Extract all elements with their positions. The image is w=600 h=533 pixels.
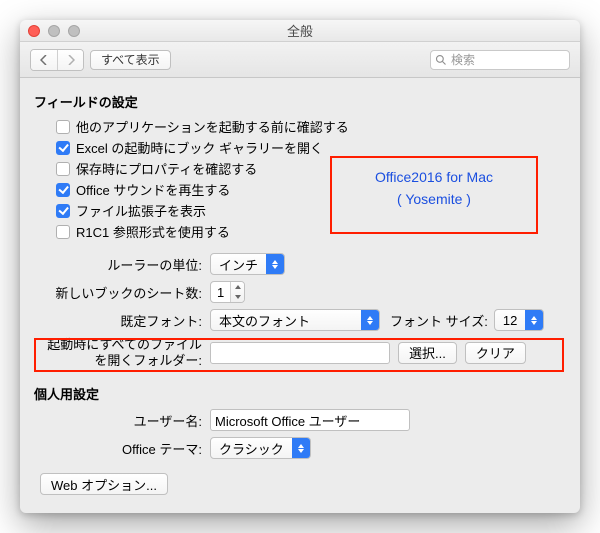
toolbar: すべて表示 検索 xyxy=(20,42,580,78)
search-icon xyxy=(435,54,447,66)
traffic-lights xyxy=(28,25,80,37)
font-size-label: フォント サイズ: xyxy=(390,311,494,330)
checkbox-label: 保存時にプロパティを確認する xyxy=(76,159,257,178)
checkbox-label: Office サウンドを再生する xyxy=(76,180,230,199)
choose-button[interactable]: 選択... xyxy=(398,342,457,364)
startup-folder-label: 起動時にすべてのファイル を開くフォルダー: xyxy=(34,337,210,368)
content: フィールドの設定 他のアプリケーションを起動する前に確認する Excel の起動時… xyxy=(20,78,580,513)
checkbox-row: R1C1 参照形式を使用する xyxy=(56,222,566,241)
checkbox-label: 他のアプリケーションを起動する前に確認する xyxy=(76,117,349,136)
chevron-updown-icon xyxy=(361,310,379,330)
office-theme-label: Office テーマ: xyxy=(34,439,210,458)
checkbox-label: ファイル拡張子を表示 xyxy=(76,201,206,220)
ruler-units-select[interactable]: インチ xyxy=(210,253,285,275)
username-label: ユーザー名: xyxy=(34,411,210,430)
chevron-updown-icon xyxy=(266,254,284,274)
annotation-text: Office2016 for Mac ( Yosemite ) xyxy=(334,166,534,211)
forward-button[interactable] xyxy=(57,50,83,70)
checkbox-label: R1C1 参照形式を使用する xyxy=(76,222,230,241)
window-title: 全般 xyxy=(287,21,313,40)
web-options-button[interactable]: Web オプション... xyxy=(40,473,168,495)
checkbox[interactable] xyxy=(56,225,70,239)
chevron-updown-icon xyxy=(292,438,310,458)
minimize-icon xyxy=(48,25,60,37)
nav-segment xyxy=(30,49,84,71)
personal-heading: 個人用設定 xyxy=(34,384,566,403)
checkbox-label: Excel の起動時にブック ギャラリーを開く xyxy=(76,138,323,157)
clear-button[interactable]: クリア xyxy=(465,342,526,364)
checkbox-row: 他のアプリケーションを起動する前に確認する xyxy=(56,117,566,136)
search-input[interactable]: 検索 xyxy=(430,50,570,70)
checkbox[interactable] xyxy=(56,141,70,155)
ruler-units-label: ルーラーの単位: xyxy=(34,255,210,274)
close-icon[interactable] xyxy=(28,25,40,37)
sheets-count-label: 新しいブックのシート数: xyxy=(34,283,210,302)
default-font-select[interactable]: 本文のフォント xyxy=(210,309,380,331)
default-font-label: 既定フォント: xyxy=(34,311,210,330)
search-placeholder: 検索 xyxy=(451,51,475,68)
checkbox[interactable] xyxy=(56,162,70,176)
checkbox[interactable] xyxy=(56,183,70,197)
zoom-icon xyxy=(68,25,80,37)
checkbox[interactable] xyxy=(56,204,70,218)
username-input[interactable]: Microsoft Office ユーザー xyxy=(210,409,410,431)
preferences-window: 全般 すべて表示 検索 フィールドの設定 他のアプリケーションを起動する前に確認… xyxy=(20,20,580,513)
titlebar: 全般 xyxy=(20,20,580,42)
chevron-updown-icon xyxy=(525,310,543,330)
back-button[interactable] xyxy=(31,50,57,70)
field-settings-heading: フィールドの設定 xyxy=(34,92,566,111)
checkbox-row: Excel の起動時にブック ギャラリーを開く xyxy=(56,138,566,157)
sheets-count-stepper[interactable]: 1 xyxy=(210,281,245,303)
office-theme-select[interactable]: クラシック xyxy=(210,437,311,459)
startup-folder-input[interactable] xyxy=(210,342,390,364)
font-size-select[interactable]: 12 xyxy=(494,309,544,331)
checkbox[interactable] xyxy=(56,120,70,134)
show-all-button[interactable]: すべて表示 xyxy=(90,50,171,70)
